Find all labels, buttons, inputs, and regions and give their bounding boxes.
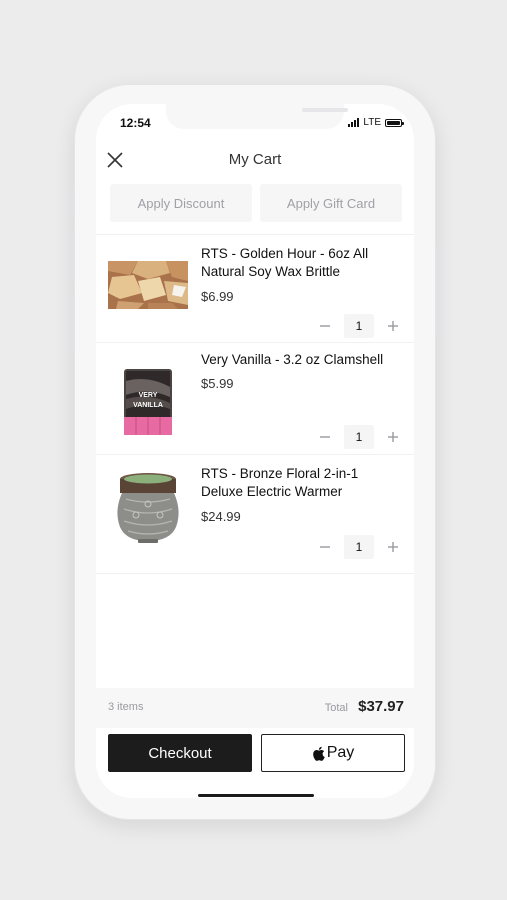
product-image-warmer[interactable]: [108, 471, 188, 545]
page-title: My Cart: [228, 151, 282, 168]
items-count: 3 items: [108, 701, 144, 713]
phone-screen: 12:54 LTE My Cart Apply Discount Apply G…: [96, 104, 414, 798]
increase-quantity-button[interactable]: [386, 319, 400, 333]
svg-text:VANILLA: VANILLA: [133, 402, 163, 409]
cart-item: RTS - Bronze Floral 2-in-1 Deluxe Electr…: [96, 454, 414, 574]
cart-footer: 3 items Total $37.97 Checkout Pay: [96, 688, 414, 798]
cart-item: VERY VANILLA Very Vanilla - 3.2 oz Clams…: [96, 342, 414, 454]
quantity-stepper: 1: [318, 314, 400, 338]
phone-volume-down-button: [70, 228, 74, 284]
quantity-value[interactable]: 1: [344, 314, 374, 338]
plus-icon: [388, 432, 398, 442]
apple-pay-label: Pay: [326, 744, 355, 761]
apple-pay-button[interactable]: Pay: [261, 734, 405, 772]
item-name[interactable]: RTS - Golden Hour - 6oz All Natural Soy …: [201, 245, 401, 281]
promo-buttons: Apply Discount Apply Gift Card: [110, 184, 402, 222]
status-indicators: LTE: [348, 117, 404, 128]
checkout-button[interactable]: Checkout: [108, 734, 252, 772]
total-label: Total: [324, 702, 348, 714]
phone-volume-up-button: [70, 186, 74, 216]
item-name[interactable]: RTS - Bronze Floral 2-in-1 Deluxe Electr…: [201, 465, 401, 501]
stage: 12:54 LTE My Cart Apply Discount Apply G…: [0, 0, 507, 900]
phone-volume-low-button: [70, 296, 74, 352]
order-summary: 3 items Total $37.97: [96, 688, 414, 728]
quantity-value[interactable]: 1: [344, 535, 374, 559]
item-name[interactable]: Very Vanilla - 3.2 oz Clamshell: [201, 351, 401, 369]
battery-icon: [385, 118, 404, 127]
minus-icon: [320, 325, 330, 327]
apply-gift-card-button[interactable]: Apply Gift Card: [260, 184, 402, 222]
cart-header: My Cart: [96, 144, 414, 176]
notch: [166, 104, 348, 129]
decrease-quantity-button[interactable]: [318, 319, 332, 333]
minus-icon: [320, 546, 330, 548]
signal-icon: [348, 118, 360, 127]
apple-logo-icon: [312, 746, 325, 761]
quantity-stepper: 1: [318, 425, 400, 449]
package-label: VERY: [139, 392, 158, 399]
item-price: $24.99: [201, 509, 241, 524]
apply-discount-button[interactable]: Apply Discount: [110, 184, 252, 222]
minus-icon: [320, 436, 330, 438]
status-time: 12:54: [120, 116, 151, 130]
phone-power-button: [436, 246, 440, 336]
product-image-wax-brittle[interactable]: [108, 261, 188, 309]
plus-icon: [388, 542, 398, 552]
decrease-quantity-button[interactable]: [318, 540, 332, 554]
cart-list: RTS - Golden Hour - 6oz All Natural Soy …: [96, 234, 414, 574]
increase-quantity-button[interactable]: [386, 430, 400, 444]
quantity-value[interactable]: 1: [344, 425, 374, 449]
speaker-grille: [302, 108, 348, 112]
cart-item: RTS - Golden Hour - 6oz All Natural Soy …: [96, 234, 414, 342]
quantity-stepper: 1: [318, 535, 400, 559]
decrease-quantity-button[interactable]: [318, 430, 332, 444]
plus-icon: [388, 321, 398, 331]
home-indicator[interactable]: [198, 794, 314, 797]
total-value: $37.97: [358, 698, 404, 715]
product-image-clamshell[interactable]: VERY VANILLA: [108, 367, 188, 437]
item-price: $6.99: [201, 289, 234, 304]
item-price: $5.99: [201, 376, 234, 391]
increase-quantity-button[interactable]: [386, 540, 400, 554]
network-label: LTE: [363, 117, 381, 128]
